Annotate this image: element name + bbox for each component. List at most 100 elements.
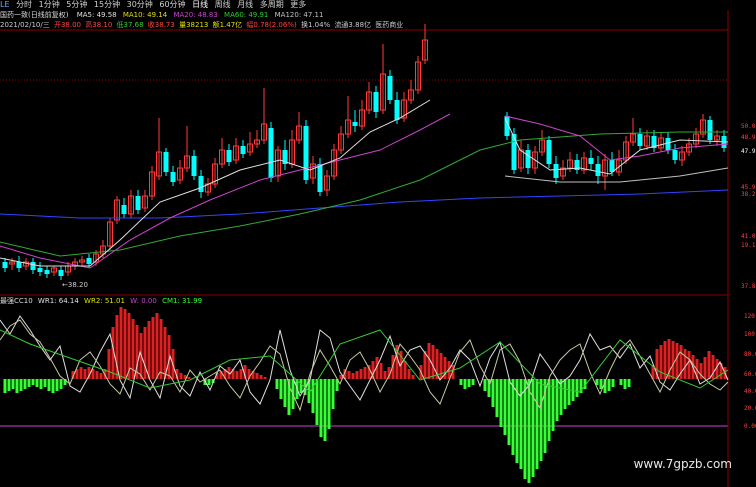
indicator-green-bar: [311, 379, 315, 413]
indicator-green-bar: [19, 379, 23, 391]
indicator-green-bar: [27, 379, 31, 387]
price-tick: 19.1: [741, 242, 756, 249]
indicator-tick: 20.00: [744, 405, 756, 412]
candle-body: [595, 164, 601, 176]
indicator-red-bar: [143, 327, 147, 379]
indicator-green-bar: [59, 379, 63, 389]
indicator-red-bar: [351, 373, 355, 379]
indicator-tick: 100.00: [744, 331, 756, 338]
ma20b-line: [504, 115, 729, 161]
candle-body: [44, 270, 50, 274]
indicator-red-bar: [659, 345, 663, 379]
candle-body: [511, 134, 517, 170]
indicator-green-bar: [539, 379, 543, 461]
indicator-green-bar: [327, 379, 331, 429]
candle-body: [58, 270, 64, 276]
indicator-green-bar: [319, 379, 323, 437]
indicator-red-bar: [355, 371, 359, 379]
indicator-green-bar: [547, 379, 551, 441]
indicator-green-bar: [39, 379, 43, 389]
indicator-green-bar: [519, 379, 523, 469]
indicator-green-bar: [463, 379, 467, 389]
kline-chart[interactable]: 50.0 48.9 47.91 45.938.2 41.0 19.1 37.8 120.00 1…: [0, 0, 756, 487]
indicator-red-bar: [411, 375, 415, 379]
candle-body: [546, 140, 552, 164]
price-tick: 38.2: [741, 191, 756, 198]
indicator-red-bar: [703, 357, 707, 379]
indicator-green-bar: [599, 379, 603, 389]
candle-body: [170, 172, 176, 182]
indicator-green-bar: [511, 379, 515, 455]
indicator-green-bar: [467, 379, 471, 387]
indicator-green-bar: [15, 379, 19, 393]
chart-grid: [0, 10, 729, 487]
indicator-red-bar: [707, 351, 711, 379]
indicator-red-bar: [151, 317, 155, 379]
indicator-tick: 40.00: [744, 388, 756, 395]
indicator-red-bar: [431, 345, 435, 379]
indicator-green-bar: [207, 379, 211, 385]
indicator-tick: 60.00: [744, 371, 756, 378]
indicator-green-bar: [11, 379, 15, 389]
indicator-red-bar: [407, 369, 411, 379]
candle-body: [16, 262, 22, 268]
candle-body: [609, 160, 615, 172]
candle-body: [553, 164, 559, 178]
indicator-green-bar: [575, 379, 579, 397]
indicator-red-bar: [123, 309, 127, 379]
indicator-green-bar: [527, 379, 531, 483]
price-tick: 41.0: [741, 233, 756, 240]
candle-body: [86, 258, 92, 264]
indicator-red-bar: [379, 363, 383, 379]
candle-body: [303, 126, 309, 180]
indicator-red-bar: [159, 319, 163, 379]
candle-body: [352, 122, 358, 126]
indicator-green-bar: [279, 379, 283, 399]
indicator-green-bar: [535, 379, 539, 469]
price-tick: 47.91: [741, 148, 756, 155]
indicator-green-bar: [459, 379, 463, 385]
indicator-green-bar: [491, 379, 495, 407]
indicator-green-bar: [627, 379, 631, 387]
indicator-red-bar: [347, 371, 351, 379]
indicator-green-bar: [55, 379, 59, 391]
indicator-red-bar: [687, 351, 691, 379]
candle-body: [268, 128, 274, 178]
indicator-red-bar: [179, 373, 183, 379]
candle-body: [387, 76, 393, 100]
indicator-green-bar: [47, 379, 51, 391]
indicator-red-bar: [359, 369, 363, 379]
indicator-red-bar: [439, 353, 443, 379]
indicator-tick: 120.00: [744, 313, 756, 320]
indicator-green-bar: [607, 379, 611, 391]
indicator-red-bar: [155, 313, 159, 379]
indicator-green-bar: [567, 379, 571, 405]
ma120-line: [0, 189, 729, 219]
indicator-green-bar: [531, 379, 535, 477]
indicator-red-bar: [99, 373, 103, 379]
indicator-green-bar: [495, 379, 499, 417]
indicator-red-bar: [675, 343, 679, 379]
ma20-line: [0, 113, 451, 269]
price-tick: 50.0: [741, 123, 756, 130]
indicator-green-bar: [283, 379, 287, 407]
indicator-green-bar: [3, 379, 7, 393]
candle-body: [30, 262, 36, 270]
candle-body: [637, 134, 643, 146]
indicator-red-bar: [187, 377, 191, 379]
indicator-green-bar: [31, 379, 35, 385]
candle-body: [121, 205, 127, 214]
indicator-red-bar: [83, 369, 87, 379]
price-tick: 37.8: [741, 283, 756, 290]
indicator-red-bar: [671, 341, 675, 379]
indicator-green-bar: [619, 379, 623, 385]
indicator-green-bar: [507, 379, 511, 445]
indicator-red-bar: [147, 321, 151, 379]
candlesticks: [2, 24, 727, 280]
indicator-green-bar: [35, 379, 39, 387]
indicator-red-bar: [107, 349, 111, 379]
indicator-red-bar: [255, 373, 259, 379]
candle-body: [198, 176, 204, 192]
indicator-green-bar: [275, 379, 279, 389]
indicator-green-bar: [499, 379, 503, 427]
